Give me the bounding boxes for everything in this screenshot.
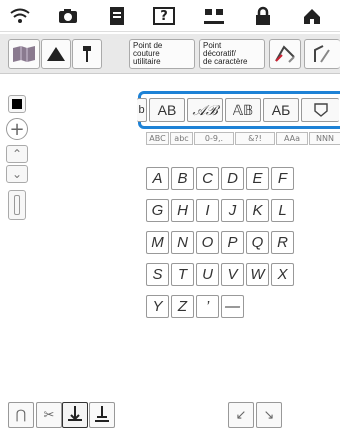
key-J[interactable]: J <box>221 199 244 222</box>
scroll-track-icon <box>14 195 20 215</box>
move-left-down-button[interactable]: ↙ <box>228 402 254 428</box>
key-X[interactable]: X <box>271 263 294 286</box>
key-Y[interactable]: Y <box>146 295 169 318</box>
key-Z[interactable]: Z <box>171 295 194 318</box>
shield-icon <box>313 103 328 117</box>
presser-foot-lift-button[interactable] <box>89 402 115 428</box>
key-F[interactable]: F <box>271 167 294 190</box>
arrow-down-left-icon: ↙ <box>235 407 247 423</box>
key-A[interactable]: A <box>146 167 169 190</box>
camera-icon[interactable] <box>54 5 82 27</box>
chevron-down-icon: ⌄ <box>11 167 23 181</box>
category-toolbar: Point de couture utilitaire Point décora… <box>0 34 340 74</box>
utility-stitch-label: Point de couture utilitaire <box>133 41 163 66</box>
embroidery-pattern-button[interactable] <box>8 39 40 69</box>
font-option-prev[interactable]: b <box>137 98 147 122</box>
key-B[interactable]: B <box>171 167 194 190</box>
key-G[interactable]: G <box>146 199 169 222</box>
key-D[interactable]: D <box>221 167 244 190</box>
arrow-down-right-icon: ↘ <box>263 407 275 423</box>
key-U[interactable]: U <box>196 263 219 286</box>
lock-icon[interactable] <box>249 5 277 27</box>
key-L[interactable]: L <box>271 199 294 222</box>
font-option-3[interactable]: 𝔸𝔹 <box>225 98 261 122</box>
key-Q[interactable]: Q <box>246 231 269 254</box>
charset-tab-upper[interactable]: ABC <box>146 132 169 145</box>
document-icon[interactable] <box>103 5 131 27</box>
font-selector: b AB 𝒜ℬ 𝔸𝔹 АБ <box>137 91 340 129</box>
move-right-down-button[interactable]: ↘ <box>256 402 282 428</box>
charset-tab-lower[interactable]: abc <box>170 132 193 145</box>
presser-foot-button[interactable] <box>72 39 102 69</box>
key-O[interactable]: O <box>196 231 219 254</box>
key-S[interactable]: S <box>146 263 169 286</box>
key-H[interactable]: H <box>171 199 194 222</box>
key-K[interactable]: K <box>246 199 269 222</box>
page-indicator[interactable] <box>8 190 26 220</box>
color-swatch <box>12 99 22 109</box>
home-icon[interactable] <box>298 5 326 27</box>
chevron-up-icon: ⌃ <box>11 147 23 161</box>
reinforcement-button[interactable]: ⋂ <box>8 402 34 428</box>
needle-icon[interactable] <box>200 5 228 27</box>
decorative-stitch-button[interactable]: Point décoratif/ de caractère <box>199 39 265 69</box>
key-T[interactable]: T <box>171 263 194 286</box>
charset-tab-accented[interactable]: AAa <box>276 132 308 145</box>
key-M[interactable]: M <box>146 231 169 254</box>
bottom-toolbar: ⋂ ✂ ↙ ↘ <box>0 398 340 432</box>
font-option-2[interactable]: 𝒜ℬ <box>187 98 223 122</box>
key-space[interactable]: — <box>221 295 244 318</box>
arch-icon: ⋂ <box>15 407 27 423</box>
frame-shape-button[interactable] <box>41 39 71 69</box>
key-apostrophe[interactable]: ’ <box>196 295 219 318</box>
key-C[interactable]: C <box>196 167 219 190</box>
key-N[interactable]: N <box>171 231 194 254</box>
key-V[interactable]: V <box>221 263 244 286</box>
add-icon[interactable]: + <box>6 118 28 140</box>
thread-cutter-button[interactable]: ✂ <box>36 402 62 428</box>
key-R[interactable]: R <box>271 231 294 254</box>
font-option-4[interactable]: АБ <box>263 98 299 122</box>
decorative-stitch-label: Point décoratif/ de caractère <box>203 41 248 66</box>
charset-tab-cyrillic[interactable]: NNN <box>309 132 340 145</box>
scroll-down-button[interactable]: ⌄ <box>6 165 28 183</box>
stitch-combine-button[interactable] <box>304 39 340 69</box>
scroll-up-button[interactable]: ⌃ <box>6 145 28 163</box>
help-icon[interactable]: ? <box>150 5 178 27</box>
wifi-icon[interactable] <box>6 5 34 27</box>
scissors-icon: ✂ <box>43 407 55 423</box>
status-bar: ? <box>0 0 340 32</box>
utility-stitch-button[interactable]: Point de couture utilitaire <box>129 39 195 69</box>
needle-down-icon <box>68 406 82 421</box>
font-option-1[interactable]: AB <box>149 98 185 122</box>
key-I[interactable]: I <box>196 199 219 222</box>
key-E[interactable]: E <box>246 167 269 190</box>
stitch-edit-button[interactable] <box>269 39 301 69</box>
needle-position-button[interactable] <box>62 402 88 428</box>
presser-foot-icon <box>95 406 109 422</box>
color-swatch-button[interactable] <box>8 95 26 113</box>
charset-tab-numbers[interactable]: 0-9,. <box>194 132 234 145</box>
key-P[interactable]: P <box>221 231 244 254</box>
charset-tab-symbols[interactable]: &?! <box>235 132 275 145</box>
font-option-shield[interactable] <box>301 98 339 122</box>
key-W[interactable]: W <box>246 263 269 286</box>
